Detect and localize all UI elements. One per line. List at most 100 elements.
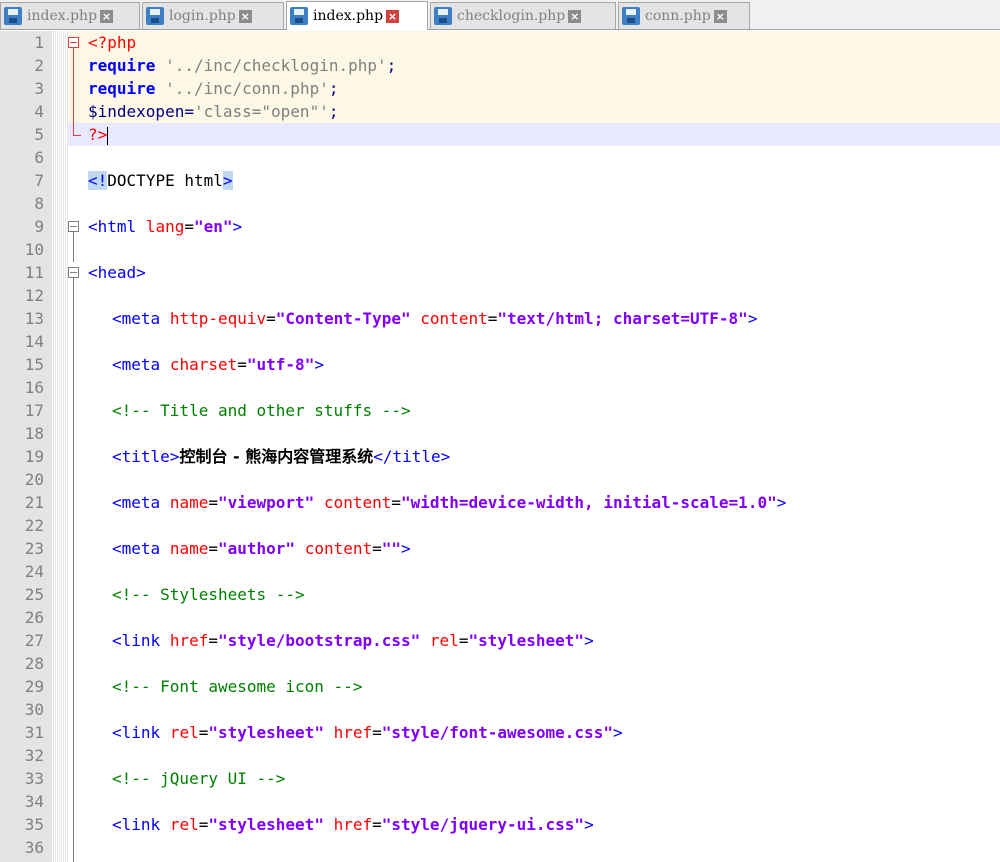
tab-label: index.php bbox=[27, 8, 98, 24]
tag-bang: ! bbox=[97, 171, 108, 190]
tag: > bbox=[401, 539, 411, 558]
comment: <!-- Title and other stuffs --> bbox=[112, 401, 411, 420]
attribute-value: "en" bbox=[193, 217, 233, 236]
line-number: 7 bbox=[34, 171, 44, 190]
tab-checklogin-php[interactable]: checklogin.php × bbox=[430, 2, 616, 29]
save-icon bbox=[4, 7, 22, 25]
tag: <link bbox=[112, 723, 161, 742]
line-number: 20 bbox=[24, 470, 44, 489]
operator: = bbox=[487, 309, 498, 328]
php-close-tag: ?> bbox=[88, 125, 108, 144]
attribute: rel bbox=[169, 723, 199, 742]
line-number: 28 bbox=[24, 654, 44, 673]
code-line-2: require '../inc/checklogin.php'; bbox=[88, 54, 396, 77]
line-number: 15 bbox=[24, 355, 44, 374]
tab-conn-php[interactable]: conn.php × bbox=[618, 2, 750, 29]
tag: <html bbox=[88, 217, 137, 236]
code-editor[interactable]: 1 2 3 4 5 6 7 8 9 10 11 12 13 14 15 16 1… bbox=[0, 31, 1000, 862]
semicolon: ; bbox=[328, 102, 339, 121]
string: '../inc/checklogin.php' bbox=[165, 56, 387, 75]
attribute: rel bbox=[169, 815, 199, 834]
tab-bar: index.php × login.php × index.php × chec… bbox=[0, 0, 1000, 30]
close-icon[interactable]: × bbox=[100, 9, 114, 23]
line-number: 16 bbox=[24, 378, 44, 397]
operator: = bbox=[237, 355, 247, 374]
attribute-value: "author" bbox=[217, 539, 296, 558]
line-number: 22 bbox=[24, 516, 44, 535]
fold-toggle-icon[interactable] bbox=[68, 37, 79, 48]
code-line-1: <?php bbox=[88, 31, 136, 54]
attribute: lang bbox=[145, 217, 185, 236]
tab-label: conn.php bbox=[645, 8, 711, 24]
operator: = bbox=[266, 309, 276, 328]
attribute-value: "stylesheet" bbox=[468, 631, 585, 650]
code-line-4: $indexopen='class="open"'; bbox=[88, 100, 338, 123]
close-icon[interactable]: × bbox=[713, 9, 727, 23]
tag: > bbox=[612, 723, 623, 742]
attribute-value: "stylesheet" bbox=[208, 723, 324, 742]
attribute-value: "text/html; charset=UTF-8" bbox=[497, 309, 748, 328]
line-number: 24 bbox=[24, 562, 44, 581]
attribute: href bbox=[333, 815, 373, 834]
text-cursor bbox=[107, 126, 109, 145]
operator: = bbox=[198, 815, 209, 834]
line-number: 25 bbox=[24, 585, 44, 604]
code-line-21: <meta name="viewport" content="width=dev… bbox=[112, 491, 786, 514]
line-number: 3 bbox=[34, 79, 44, 98]
close-icon[interactable]: × bbox=[568, 9, 582, 23]
line-number: 8 bbox=[34, 194, 44, 213]
line-number: 17 bbox=[24, 401, 44, 420]
line-number: 33 bbox=[24, 769, 44, 788]
tab-index-php-1[interactable]: index.php × bbox=[0, 2, 140, 29]
attribute: name bbox=[169, 539, 209, 558]
line-number: 36 bbox=[24, 838, 44, 857]
line-number: 27 bbox=[24, 631, 44, 650]
attribute-value: "style/font-awesome.css" bbox=[381, 723, 613, 742]
close-icon[interactable]: × bbox=[238, 9, 252, 23]
current-line-highlight bbox=[68, 123, 1000, 146]
code-line-9: <html lang="en"> bbox=[88, 215, 242, 238]
php-open-tag: <?php bbox=[88, 33, 137, 52]
line-number: 9 bbox=[34, 217, 44, 236]
tab-login-php[interactable]: login.php × bbox=[142, 2, 284, 29]
save-icon bbox=[434, 7, 452, 25]
operator: = bbox=[208, 493, 218, 512]
line-number: 30 bbox=[24, 700, 44, 719]
fold-line bbox=[73, 48, 74, 135]
code-line-15: <meta charset="utf-8"> bbox=[112, 353, 324, 376]
line-number-gutter: 1 2 3 4 5 6 7 8 9 10 11 12 13 14 15 16 1… bbox=[0, 31, 52, 862]
tag: > bbox=[314, 355, 324, 374]
save-icon bbox=[290, 7, 308, 25]
tag: > bbox=[776, 493, 787, 512]
semicolon: ; bbox=[386, 56, 397, 75]
fold-line bbox=[73, 278, 74, 862]
code-line-11: <head> bbox=[88, 261, 146, 284]
fold-toggle-icon[interactable] bbox=[68, 221, 79, 232]
comment: <!-- jQuery UI --> bbox=[112, 769, 286, 788]
tab-label: checklogin.php bbox=[457, 8, 566, 24]
tab-index-php-active[interactable]: index.php × bbox=[286, 1, 428, 30]
line-number: 12 bbox=[24, 286, 44, 305]
line-number: 6 bbox=[34, 148, 44, 167]
save-icon bbox=[622, 7, 640, 25]
line-number: 21 bbox=[24, 493, 44, 512]
tag: > bbox=[584, 815, 594, 834]
line-number: 4 bbox=[34, 102, 44, 121]
code-line-13: <meta http-equiv="Content-Type" content=… bbox=[112, 307, 757, 330]
operator: = bbox=[391, 493, 402, 512]
operator: = bbox=[198, 723, 209, 742]
close-icon[interactable]: × bbox=[386, 9, 400, 23]
attribute-value: "utf-8" bbox=[246, 355, 315, 374]
attribute-value: "Content-Type" bbox=[275, 309, 411, 328]
fold-toggle-icon[interactable] bbox=[68, 267, 79, 278]
tag: <meta bbox=[112, 309, 161, 328]
fold-line bbox=[73, 232, 74, 262]
operator: = bbox=[372, 539, 382, 558]
tag: </title> bbox=[373, 447, 451, 466]
tag: <meta bbox=[112, 355, 161, 374]
code-area[interactable]: <?php require '../inc/checklogin.php'; r… bbox=[68, 31, 1000, 862]
line-number: 35 bbox=[24, 815, 44, 834]
tag: <meta bbox=[112, 539, 161, 558]
fold-margin bbox=[52, 31, 68, 862]
line-number: 2 bbox=[34, 56, 44, 75]
